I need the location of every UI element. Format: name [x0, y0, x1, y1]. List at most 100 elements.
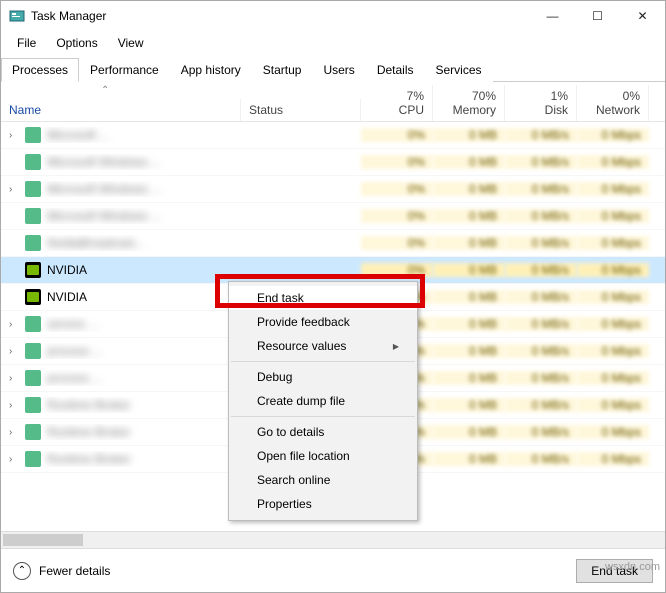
process-name: NVIDIA	[47, 263, 87, 277]
process-name: Runtime Broker	[47, 425, 130, 439]
context-menu-item[interactable]: Create dump file	[229, 389, 417, 413]
context-menu-item[interactable]: Go to details	[229, 420, 417, 444]
table-row[interactable]: ›Microsoft Windows ...0%0 MB0 MB/s0 Mbps	[1, 176, 665, 203]
tab-services[interactable]: Services	[425, 58, 493, 82]
cell-disk: 0 MB/s	[505, 290, 577, 304]
column-headers: ⌃ Name Status 7% CPU 70% Memory 1% Disk …	[1, 82, 665, 122]
context-menu-item-label: Go to details	[257, 425, 324, 439]
cell-disk: 0 MB/s	[505, 425, 577, 439]
horizontal-scrollbar[interactable]	[1, 531, 665, 548]
header-disk[interactable]: 1% Disk	[505, 85, 577, 121]
cell-network: 0 Mbps	[577, 317, 649, 331]
cell-cpu: 0%	[361, 263, 433, 277]
header-cpu-pct: 7%	[369, 89, 424, 103]
header-cpu[interactable]: 7% CPU	[361, 85, 433, 121]
minimize-button[interactable]: —	[530, 1, 575, 31]
cell-disk: 0 MB/s	[505, 209, 577, 223]
cell-name: Microsoft Windows ...	[1, 208, 241, 224]
submenu-arrow-icon: ▶	[393, 342, 399, 351]
tab-details[interactable]: Details	[366, 58, 425, 82]
watermark: wsxdn.com	[605, 561, 660, 573]
header-memory[interactable]: 70% Memory	[433, 85, 505, 121]
expand-icon[interactable]: ›	[9, 346, 19, 357]
context-menu-item-label: Search online	[257, 473, 330, 487]
process-name: process ...	[47, 371, 102, 385]
tab-processes[interactable]: Processes	[1, 58, 79, 82]
process-name: NvidiaBroadcast...	[47, 236, 144, 250]
header-disk-pct: 1%	[513, 89, 568, 103]
cell-memory: 0 MB	[433, 344, 505, 358]
tab-performance[interactable]: Performance	[79, 58, 170, 82]
cell-name: › Runtime Broker	[1, 451, 241, 467]
close-button[interactable]: ✕	[620, 1, 665, 31]
header-status[interactable]: Status	[241, 99, 361, 121]
cell-network: 0 Mbps	[577, 236, 649, 250]
process-icon	[25, 154, 41, 170]
expand-icon[interactable]: ›	[9, 130, 19, 141]
table-row[interactable]: ›Microsoft ... 0%0 MB0 MB/s0 Mbps	[1, 122, 665, 149]
cell-name: ›Microsoft ...	[1, 127, 241, 143]
context-menu-item[interactable]: Debug	[229, 365, 417, 389]
table-row[interactable]: Microsoft Windows ...0%0 MB0 MB/s0 Mbps	[1, 203, 665, 230]
table-row[interactable]: NVIDIA0%0 MB0 MB/s0 Mbps	[1, 257, 665, 284]
tab-startup[interactable]: Startup	[252, 58, 313, 82]
expand-icon[interactable]: ›	[9, 454, 19, 465]
app-icon	[9, 8, 25, 24]
context-menu-item-label: Properties	[257, 497, 312, 511]
tab-users[interactable]: Users	[312, 58, 365, 82]
fewer-details-button[interactable]: ⌃ Fewer details	[13, 562, 110, 580]
cell-network: 0 Mbps	[577, 425, 649, 439]
cell-network: 0 Mbps	[577, 128, 649, 142]
expand-icon[interactable]: ›	[9, 400, 19, 411]
window-buttons: — ☐ ✕	[530, 1, 665, 31]
context-menu-item[interactable]: Resource values▶	[229, 334, 417, 358]
process-icon	[25, 370, 41, 386]
cell-memory: 0 MB	[433, 128, 505, 142]
tabstrip: Processes Performance App history Startu…	[1, 57, 665, 82]
process-name: Microsoft Windows ...	[47, 182, 161, 196]
cell-memory: 0 MB	[433, 371, 505, 385]
context-menu-item[interactable]: Properties	[229, 492, 417, 516]
cell-network: 0 Mbps	[577, 344, 649, 358]
cell-name: Microsoft Windows ...	[1, 154, 241, 170]
context-menu-item[interactable]: Open file location	[229, 444, 417, 468]
process-name: Runtime Broker	[47, 452, 130, 466]
cell-network: 0 Mbps	[577, 155, 649, 169]
process-icon	[25, 424, 41, 440]
header-name[interactable]: ⌃ Name	[1, 99, 241, 121]
process-icon	[25, 262, 41, 278]
header-name-label: Name	[9, 103, 41, 117]
header-network[interactable]: 0% Network	[577, 85, 649, 121]
process-icon	[25, 127, 41, 143]
table-row[interactable]: Microsoft Windows ...0%0 MB0 MB/s0 Mbps	[1, 149, 665, 176]
cell-disk: 0 MB/s	[505, 263, 577, 277]
context-menu-item[interactable]: Provide feedback	[229, 310, 417, 334]
process-name: NVIDIA	[47, 290, 87, 304]
cell-name: NVIDIA	[1, 289, 241, 305]
expand-icon[interactable]: ›	[9, 184, 19, 195]
cell-disk: 0 MB/s	[505, 344, 577, 358]
expand-icon[interactable]: ›	[9, 319, 19, 330]
cell-network: 0 Mbps	[577, 182, 649, 196]
context-menu-item[interactable]: End task	[229, 286, 417, 310]
cell-disk: 0 MB/s	[505, 452, 577, 466]
cell-name: NVIDIA	[1, 262, 241, 278]
expand-icon[interactable]: ›	[9, 373, 19, 384]
cell-cpu: 0%	[361, 182, 433, 196]
context-menu-item[interactable]: Search online	[229, 468, 417, 492]
menu-options[interactable]: Options	[46, 33, 107, 53]
cell-cpu: 0%	[361, 236, 433, 250]
menu-file[interactable]: File	[7, 33, 46, 53]
expand-icon[interactable]: ›	[9, 427, 19, 438]
maximize-button[interactable]: ☐	[575, 1, 620, 31]
process-icon	[25, 289, 41, 305]
scrollbar-thumb[interactable]	[3, 534, 83, 546]
cell-disk: 0 MB/s	[505, 128, 577, 142]
table-row[interactable]: NvidiaBroadcast...0%0 MB0 MB/s0 Mbps	[1, 230, 665, 257]
tab-app-history[interactable]: App history	[170, 58, 252, 82]
process-icon	[25, 451, 41, 467]
menu-view[interactable]: View	[108, 33, 154, 53]
cell-cpu: 0%	[361, 128, 433, 142]
process-icon	[25, 316, 41, 332]
titlebar: Task Manager — ☐ ✕	[1, 1, 665, 31]
